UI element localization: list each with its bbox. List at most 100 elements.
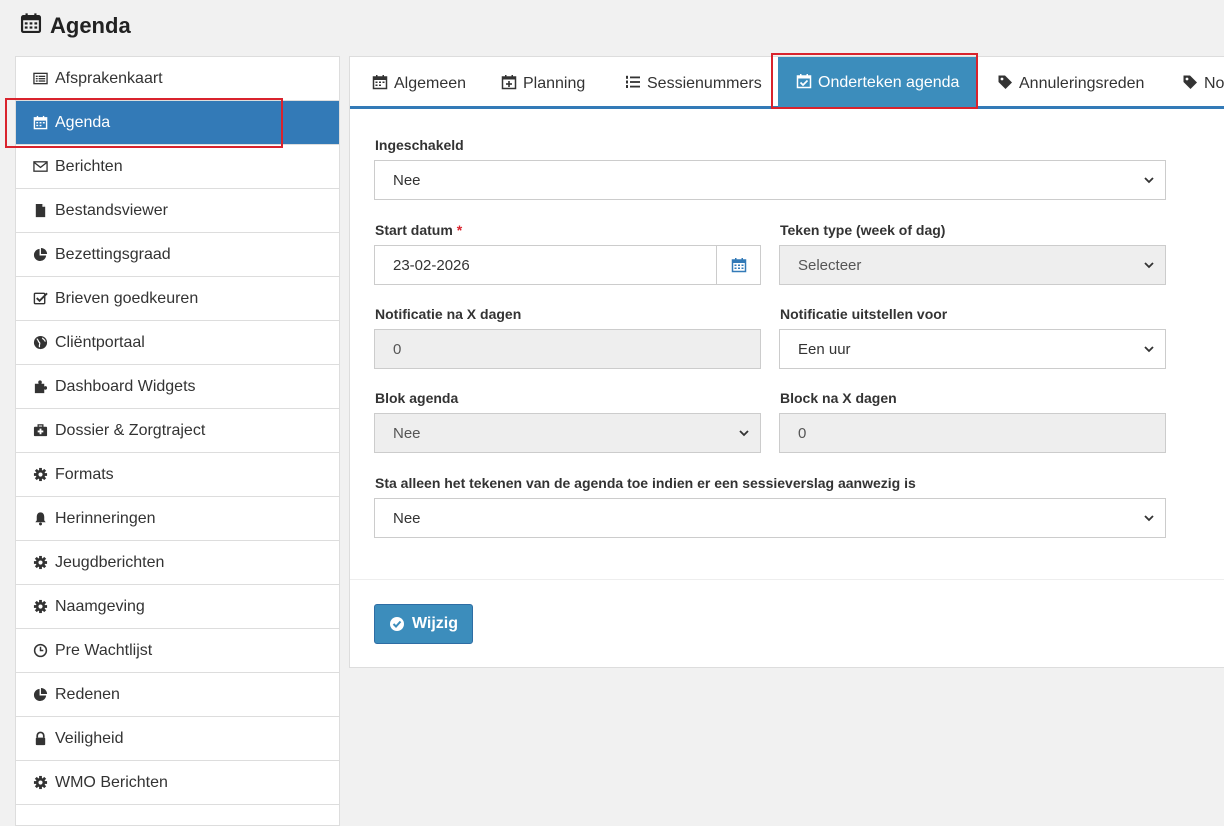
teken-type-label: Teken type (week of dag) (780, 222, 946, 238)
teken-type-value: Selecteer (798, 256, 862, 274)
sidebar-item-label: Dossier & Zorgtraject (55, 421, 206, 439)
gear-icon (32, 599, 48, 615)
notificatie-uitstellen-select[interactable]: Een uur (779, 329, 1166, 369)
block-dagen-input[interactable]: 0 (779, 413, 1166, 453)
start-datum-label: Start datum * (375, 222, 462, 238)
pie-chart-icon (32, 687, 48, 703)
sidebar-item-herinneringen[interactable]: Herinneringen (16, 497, 339, 541)
clock-icon (32, 643, 48, 659)
notificatie-dagen-label: Notificatie na X dagen (375, 306, 522, 322)
notificatie-dagen-value: 0 (393, 340, 402, 358)
list-ol-icon (625, 74, 641, 95)
tab-algemeen[interactable]: Algemeen (372, 57, 466, 109)
start-datum-value: 23-02-2026 (393, 256, 470, 274)
calendar-icon (731, 258, 746, 273)
ingeschakeld-value: Nee (393, 171, 421, 189)
globe-icon (32, 335, 48, 351)
sidebar-item-label: Agenda (55, 113, 111, 131)
calendar-icon (32, 115, 48, 131)
teken-type-select[interactable]: Selecteer (779, 245, 1166, 285)
chevron-down-icon (1144, 515, 1154, 522)
ingeschakeld-select[interactable]: Nee (374, 160, 1166, 200)
save-button[interactable]: Wijzig (374, 604, 473, 644)
sidebar-item-afsprakenkaart[interactable]: Afsprakenkaart (16, 57, 339, 101)
tab-label: Algemeen (394, 75, 467, 92)
sessieverslag-select[interactable]: Nee (374, 498, 1166, 538)
bell-icon (32, 511, 48, 527)
lock-icon (32, 731, 48, 747)
envelope-icon (32, 159, 48, 175)
tab-no[interactable]: No (1182, 57, 1224, 109)
sessieverslag-label: Sta alleen het tekenen van de agenda toe… (375, 475, 916, 491)
sidebar-item-label: Herinneringen (55, 509, 156, 527)
gear-icon (32, 467, 48, 483)
sidebar-item-label: Jeugdberichten (55, 553, 165, 571)
required-mark: * (456, 222, 463, 238)
block-dagen-value: 0 (798, 424, 807, 442)
sidebar-item-brieven-goedkeuren[interactable]: Brieven goedkeuren (16, 277, 339, 321)
sidebar-item-label: Bezettingsgraad (55, 245, 171, 263)
start-datum-label-text: Start datum (375, 222, 453, 238)
page-title-text: Agenda (50, 13, 131, 38)
sidebar-item-label: Pre Wachtlijst (55, 641, 153, 659)
page-title: Agenda (20, 12, 131, 40)
gear-icon (32, 555, 48, 571)
tab-label: Onderteken agenda (818, 74, 960, 91)
sidebar-item-label: Brieven goedkeuren (55, 289, 199, 307)
sidebar-item-label: WMO Berichten (55, 773, 168, 791)
sidebar-item-bezettingsgraad[interactable]: Bezettingsgraad (16, 233, 339, 277)
blok-agenda-select[interactable]: Nee (374, 413, 761, 453)
sidebar-item-naamgeving[interactable]: Naamgeving (16, 585, 339, 629)
calendar-check-icon (796, 73, 812, 94)
sidebar-item-jeugdberichten[interactable]: Jeugdberichten (16, 541, 339, 585)
check-square-icon (32, 291, 48, 307)
sidebar-item-clientportaal[interactable]: Cliëntportaal (16, 321, 339, 365)
save-button-label: Wijzig (411, 615, 459, 632)
chevron-down-icon (739, 430, 749, 437)
chevron-down-icon (1144, 262, 1154, 269)
gear-icon (32, 775, 48, 791)
ingeschakeld-label: Ingeschakeld (375, 137, 464, 153)
blok-agenda-label: Blok agenda (375, 390, 459, 406)
tab-annuleringsreden[interactable]: Annuleringsreden (997, 57, 1144, 109)
sidebar-item-berichten[interactable]: Berichten (16, 145, 339, 189)
datepicker-button[interactable] (716, 246, 760, 284)
sidebar-item-wmo-berichten[interactable]: WMO Berichten (16, 761, 339, 805)
sidebar-item-label: Veiligheid (55, 729, 124, 747)
sidebar-item-dashboard-widgets[interactable]: Dashboard Widgets (16, 365, 339, 409)
sidebar-item-veiligheid[interactable]: Veiligheid (16, 717, 339, 761)
main-panel: Algemeen Planning Sessienummers Ondertek… (349, 56, 1224, 668)
chevron-down-icon (1144, 346, 1154, 353)
sidebar-item-label: Cliëntportaal (55, 333, 145, 351)
tab-label: Sessienummers (647, 75, 762, 92)
sidebar-item-pre-wachtlijst[interactable]: Pre Wachtlijst (16, 629, 339, 673)
puzzle-icon (32, 379, 48, 395)
tab-label: No (1204, 75, 1224, 92)
calendar-icon (20, 12, 42, 40)
tag-icon (997, 74, 1013, 95)
notificatie-uitstellen-label: Notificatie uitstellen voor (780, 306, 948, 322)
medkit-icon (32, 423, 48, 439)
sidebar-item-agenda[interactable]: Agenda (16, 101, 339, 145)
tab-sessienummers[interactable]: Sessienummers (625, 57, 762, 109)
sidebar-item-label: Redenen (55, 685, 120, 703)
tag-icon (1182, 74, 1198, 95)
file-icon (32, 203, 48, 219)
blok-agenda-value: Nee (393, 424, 421, 442)
sidebar-item-bestandsviewer[interactable]: Bestandsviewer (16, 189, 339, 233)
sidebar-item-redenen[interactable]: Redenen (16, 673, 339, 717)
tab-planning[interactable]: Planning (501, 57, 585, 109)
tab-onderteken-agenda[interactable]: Onderteken agenda (778, 57, 978, 109)
sidebar-item-label: Berichten (55, 157, 123, 175)
sidebar-item-label: Formats (55, 465, 114, 483)
calendar-icon (372, 74, 388, 95)
list-alt-icon (32, 71, 48, 87)
tab-label: Planning (523, 75, 586, 92)
start-datum-input[interactable]: 23-02-2026 (374, 245, 761, 285)
settings-sidebar: Afsprakenkaart Agenda Berichten Bestands… (15, 56, 340, 826)
sidebar-item-dossier-zorgtraject[interactable]: Dossier & Zorgtraject (16, 409, 339, 453)
check-circle-icon (389, 617, 404, 631)
notificatie-dagen-input[interactable]: 0 (374, 329, 761, 369)
sidebar-item-formats[interactable]: Formats (16, 453, 339, 497)
pie-chart-icon (32, 247, 48, 263)
